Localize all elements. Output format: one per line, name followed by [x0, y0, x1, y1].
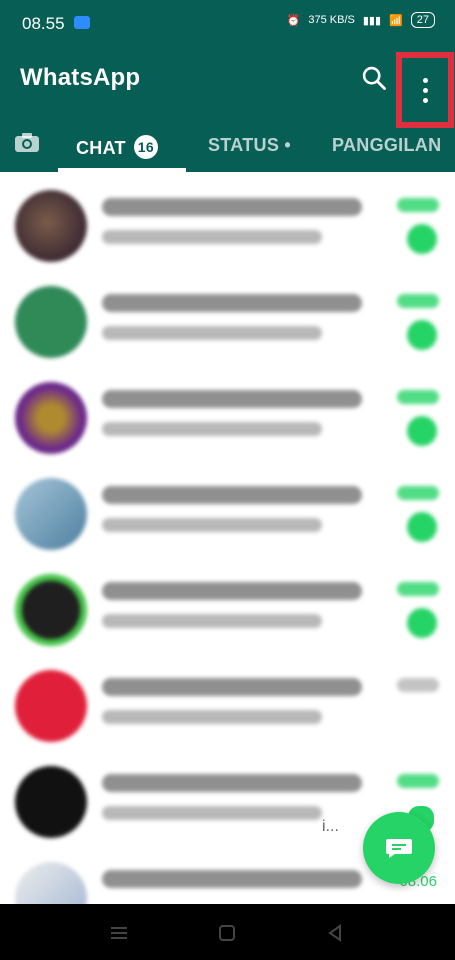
- avatar: [15, 574, 87, 646]
- chat-preview: [102, 710, 322, 724]
- chat-row[interactable]: [0, 556, 455, 652]
- avatar: [15, 478, 87, 550]
- chat-preview: [102, 806, 322, 820]
- chat-name: [102, 198, 362, 216]
- unread-dot: [407, 416, 437, 446]
- chat-time: [397, 678, 439, 692]
- status-icons: ⏰ 375 KB/S ▮▮▮ 📶 27: [287, 12, 435, 28]
- search-icon-svg: [362, 66, 386, 90]
- chat-row[interactable]: [0, 268, 455, 364]
- camera-icon-svg: [15, 133, 39, 152]
- wifi-icon: 📶: [389, 14, 403, 27]
- chat-time: [397, 486, 439, 500]
- status-bar: 08.55 ⏰ 375 KB/S ▮▮▮ 📶 27: [0, 0, 455, 44]
- search-icon[interactable]: [360, 64, 388, 92]
- unread-count-badge: 16: [133, 135, 158, 159]
- chat-name: [102, 294, 362, 312]
- avatar: [15, 670, 87, 742]
- dot: [422, 87, 428, 93]
- chat-name: [102, 774, 362, 792]
- chat-preview: [102, 614, 322, 628]
- more-vert-icon[interactable]: [396, 52, 454, 128]
- back-nav-icon[interactable]: [324, 922, 346, 944]
- avatar: [15, 382, 87, 454]
- chat-list[interactable]: i...: [0, 172, 455, 934]
- camera-icon[interactable]: [14, 132, 40, 154]
- dot: [422, 97, 428, 103]
- chat-name: [102, 390, 362, 408]
- new-chat-button[interactable]: [363, 812, 435, 884]
- chat-name: [102, 870, 362, 888]
- tab-calls[interactable]: PANGGILAN: [332, 135, 441, 156]
- chat-icon: [386, 839, 412, 858]
- back-nav-svg: [328, 924, 341, 942]
- home-nav-svg: [219, 925, 235, 941]
- chat-name: [102, 582, 362, 600]
- menu-nav-icon[interactable]: [108, 922, 130, 944]
- net-speed: 375 KB/S: [308, 14, 355, 26]
- avatar: [15, 190, 87, 262]
- chat-name: [102, 486, 362, 504]
- unread-dot: [407, 608, 437, 638]
- home-nav-icon[interactable]: [216, 922, 238, 944]
- app-header: WhatsApp CHAT 16 STATUS • PANGGILAN: [0, 44, 455, 172]
- dot: [422, 77, 428, 83]
- chat-row[interactable]: [0, 364, 455, 460]
- avatar: [15, 766, 87, 838]
- chat-time: [397, 294, 439, 308]
- avatar: [15, 286, 87, 358]
- chat-time: [397, 774, 439, 788]
- chat-row[interactable]: [0, 172, 455, 268]
- alarm-icon: ⏰: [286, 14, 301, 27]
- unread-dot: [407, 512, 437, 542]
- chat-name: [102, 678, 362, 696]
- clock: 08.55: [22, 14, 65, 33]
- chat-preview: [102, 518, 322, 532]
- chat-row[interactable]: [0, 652, 455, 748]
- app-title: WhatsApp: [20, 64, 141, 91]
- chat-preview: [102, 326, 322, 340]
- cloud-icon: [74, 16, 90, 29]
- tab-bar: CHAT 16 STATUS • PANGGILAN: [0, 122, 455, 172]
- chat-time: [397, 582, 439, 596]
- menu-nav-svg: [111, 927, 127, 939]
- chat-time: [397, 390, 439, 404]
- tab-chat-label: CHAT: [76, 138, 126, 158]
- chat-row[interactable]: [0, 460, 455, 556]
- tab-status[interactable]: STATUS •: [208, 135, 291, 156]
- overlay-text: i...: [322, 818, 339, 835]
- chat-preview: [102, 422, 322, 436]
- unread-dot: [407, 320, 437, 350]
- battery-badge: 27: [410, 12, 435, 28]
- chat-preview: [102, 230, 322, 244]
- system-nav-bar: [0, 904, 455, 960]
- signal-icon: ▮▮▮: [362, 14, 382, 27]
- unread-dot: [407, 224, 437, 254]
- chat-time: [397, 198, 439, 212]
- tab-chat[interactable]: CHAT 16: [76, 135, 158, 159]
- menu-dots: [422, 77, 428, 103]
